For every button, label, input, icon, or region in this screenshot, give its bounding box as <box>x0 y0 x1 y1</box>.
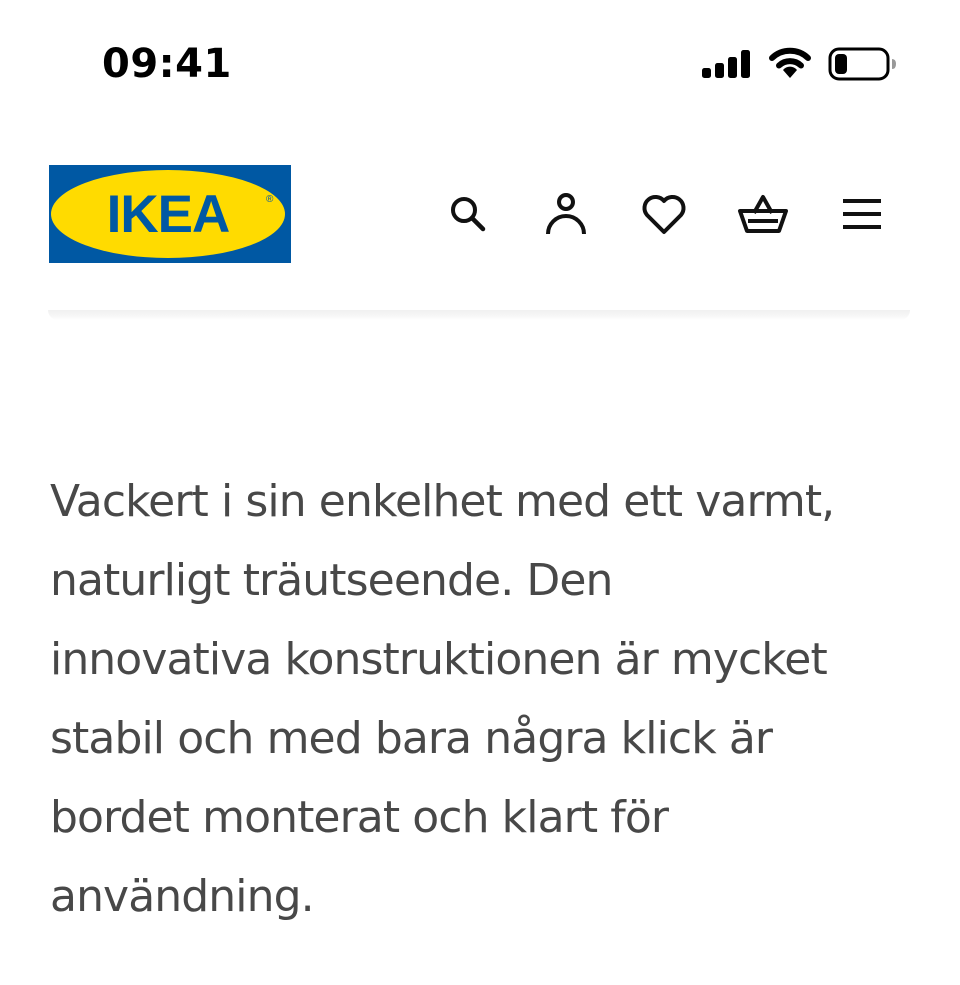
mobile-screen: 09:41 IKEA ® Vackert i sin enkelhet med … <box>0 0 960 985</box>
description-line: naturligt träutseende. Den <box>50 555 613 606</box>
description-line: Vackert i sin enkelhet med ett varmt, <box>50 476 835 527</box>
svg-text:IKEA: IKEA <box>107 185 230 244</box>
status-time: 09:41 <box>102 41 232 87</box>
battery-icon <box>828 47 896 81</box>
shopping-basket-button[interactable] <box>737 188 789 240</box>
favourites-button[interactable] <box>638 188 690 240</box>
description-line: bordet monterat och klart för <box>50 792 669 843</box>
status-icons <box>700 42 900 86</box>
description-line: stabil och med bara några klick är <box>50 713 773 764</box>
site-header: IKEA ® <box>0 150 960 280</box>
description-line: innovativa konstruktionen är mycket <box>50 634 828 685</box>
hamburger-menu-icon <box>843 199 881 229</box>
ikea-logo[interactable]: IKEA ® <box>49 165 291 263</box>
account-button[interactable] <box>540 188 592 240</box>
svg-text:®: ® <box>266 194 274 205</box>
header-shadow-divider <box>48 310 910 320</box>
search-icon <box>451 197 486 232</box>
heart-icon <box>642 195 686 234</box>
product-description: Vackert i sin enkelhet med ett varmt, na… <box>50 462 920 936</box>
status-bar: 09:41 <box>0 0 960 120</box>
account-icon <box>546 193 586 235</box>
shopping-basket-icon <box>738 195 788 233</box>
menu-button[interactable] <box>836 188 888 240</box>
search-button[interactable] <box>442 188 494 240</box>
cellular-signal-icon <box>702 50 750 78</box>
description-line: användning. <box>50 871 315 922</box>
wifi-icon <box>769 47 811 78</box>
